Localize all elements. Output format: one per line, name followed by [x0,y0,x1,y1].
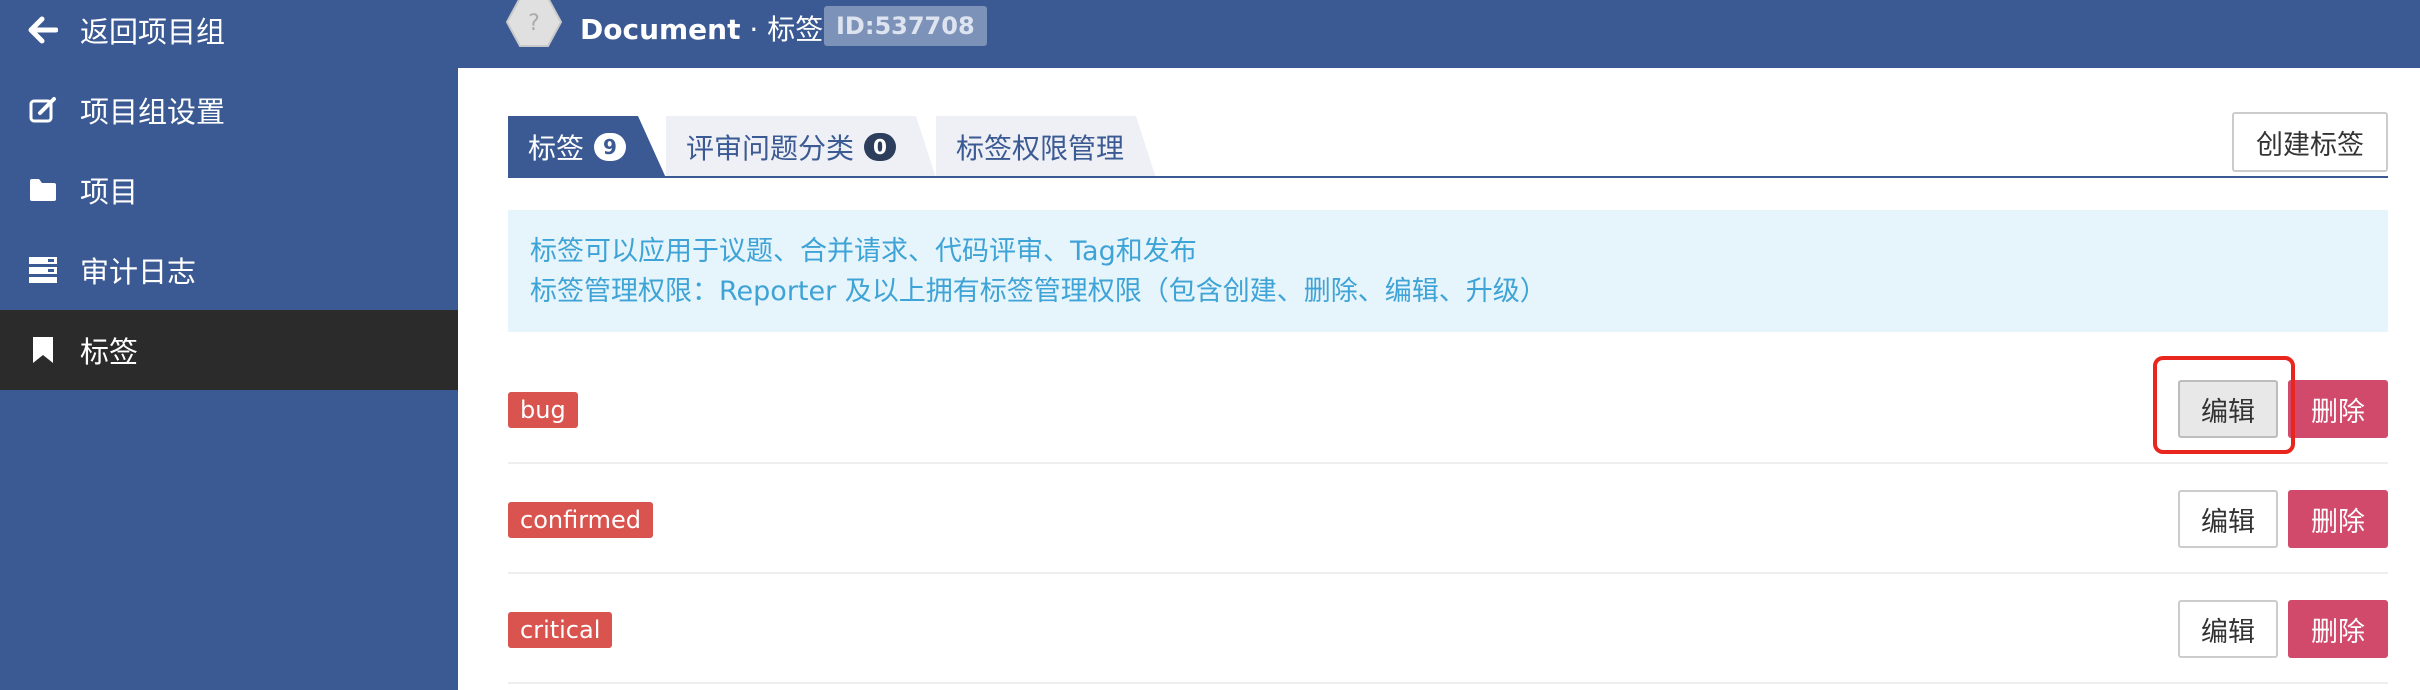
create-label-button[interactable]: 创建标签 [2232,112,2388,172]
label-badge[interactable]: critical [508,612,613,648]
label-badge[interactable]: confirmed [508,502,654,538]
tab-notch [1136,116,1156,178]
delete-button[interactable]: 删除 [2288,380,2388,438]
sidebar-item-label: 项目组设置 [80,95,226,129]
tab-count-badge: 0 [864,133,897,161]
label-badge[interactable]: bug [508,392,578,428]
delete-button[interactable]: 删除 [2288,600,2388,658]
sidebar-item-projects[interactable]: 项目 [0,150,458,230]
tab-notch [638,116,666,178]
folder-icon [26,173,60,207]
sidebar-item-back-to-group[interactable]: 返回项目组 [0,0,458,70]
tab-label: 标签权限管理 [956,132,1125,165]
sidebar-item-audit-log[interactable]: 审计日志 [0,230,458,310]
sidebar: 返回项目组 项目组设置 项目 审计日志 标签 [0,0,458,690]
tab-label: 标签 [528,132,585,165]
edit-button[interactable]: 编辑 [2178,600,2278,658]
page-subtitle: · 标签 [740,13,824,46]
bookmark-icon [26,333,60,367]
sidebar-item-label: 项目 [80,175,139,209]
sidebar-item-label: 标签 [80,335,139,369]
info-line: 标签管理权限：Reporter 及以上拥有标签管理权限（包含创建、删除、编辑、升… [530,276,1547,307]
edit-button[interactable]: 编辑 [2178,380,2278,438]
sidebar-item-group-settings[interactable]: 项目组设置 [0,70,458,150]
svg-text:?: ? [528,11,540,36]
page-title: Document · 标签 [580,8,823,48]
sidebar-item-labels[interactable]: 标签 [0,310,458,390]
hexagon-avatar-icon: ? [505,0,563,50]
page-header: ? Document · 标签 ID:537708 [458,0,2420,68]
tab-label-permissions[interactable]: 标签权限管理 [936,116,1136,178]
info-alert: 标签可以应用于议题、合并请求、代码评审、Tag和发布 标签管理权限：Report… [508,210,2388,332]
arrow-left-icon [26,13,60,47]
id-badge: ID:537708 [824,6,987,46]
info-line: 标签可以应用于议题、合并请求、代码评审、Tag和发布 [530,236,1197,267]
label-row: bug 编辑 删除 [508,354,2388,464]
sidebar-item-label: 审计日志 [80,255,197,289]
tab-review-categories[interactable]: 评审问题分类 0 [666,116,916,178]
sidebar-item-label: 返回项目组 [80,15,226,49]
label-row: confirmed 编辑 删除 [508,464,2388,574]
tab-label: 评审问题分类 [686,132,855,165]
tab-notch [916,116,936,178]
tabs-divider [508,176,2388,178]
project-group-name[interactable]: Document [580,13,741,46]
edit-icon [26,93,60,127]
label-row: critical 编辑 删除 [508,574,2388,684]
edit-button[interactable]: 编辑 [2178,490,2278,548]
server-icon [26,253,60,287]
tab-labels[interactable]: 标签 9 [508,116,638,178]
tab-count-badge: 9 [594,133,627,161]
delete-button[interactable]: 删除 [2288,490,2388,548]
